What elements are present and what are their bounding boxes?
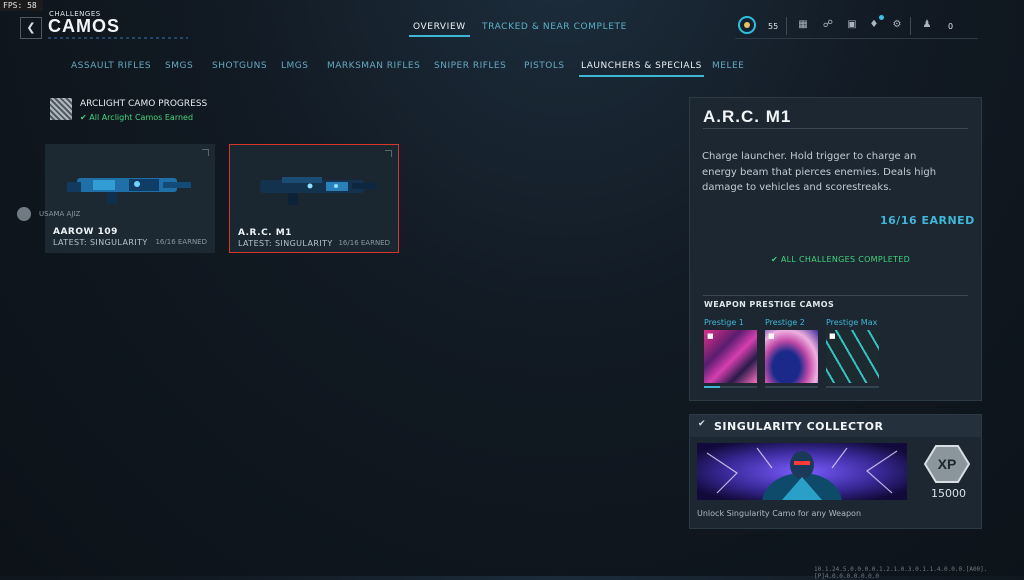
- category-pistols[interactable]: PISTOLS: [524, 61, 565, 71]
- prestige-2-camo[interactable]: ■: [765, 330, 818, 383]
- unlock-icon[interactable]: ☍: [822, 19, 834, 31]
- user-name: USAMA AJIZ: [39, 210, 81, 218]
- category-assault-rifles[interactable]: ASSAULT RIFLES: [71, 61, 151, 71]
- divider: [786, 17, 787, 35]
- check-icon: ✔: [771, 255, 779, 264]
- prestige-1-progress: [704, 386, 757, 388]
- notification-bell-icon[interactable]: ♦: [868, 19, 880, 31]
- tab-overview[interactable]: OVERVIEW: [409, 22, 470, 37]
- category-smgs[interactable]: SMGS: [165, 61, 193, 71]
- level-badge-icon[interactable]: [738, 16, 756, 34]
- prestige-1-label: Prestige 1: [704, 318, 744, 327]
- prestige-max-camo[interactable]: ■: [826, 330, 879, 383]
- weapon-latest-camo: LATEST: SINGULARITY: [238, 239, 333, 248]
- prestige-max-progress: [826, 386, 879, 388]
- corner-marker: [202, 149, 209, 156]
- fps-value: 58: [27, 1, 37, 10]
- lock-icon: ■: [768, 332, 775, 340]
- title-decoration: [48, 37, 188, 39]
- prestige-max-label: Prestige Max: [826, 318, 878, 327]
- category-marksman-rifles[interactable]: MARKSMAN RIFLES: [327, 61, 420, 71]
- prestige-2-label: Prestige 2: [765, 318, 805, 327]
- corner-marker: [385, 150, 392, 157]
- page-title: CAMOS: [48, 16, 120, 36]
- lock-icon: ■: [707, 332, 714, 340]
- notification-dot: [879, 15, 884, 20]
- weapon-card-arc-m1[interactable]: A.R.C. M1 LATEST: SINGULARITY 16/16 EARN…: [229, 144, 399, 253]
- weapon-camo-count: 16/16 EARNED: [155, 238, 207, 246]
- weapon-latest-camo: LATEST: SINGULARITY: [53, 238, 148, 247]
- party-count: 0: [948, 22, 954, 31]
- lock-icon: ■: [829, 332, 836, 340]
- store-icon[interactable]: ▣: [846, 19, 858, 31]
- detail-earned-count: 16/16 EARNED: [880, 214, 975, 227]
- back-button[interactable]: ❮: [20, 17, 42, 39]
- check-icon: ✔: [698, 419, 706, 429]
- build-info: 10.1.24.5.0.0.0.0.1.2.1.0.3.0.1.1.4.0.0.…: [814, 566, 988, 580]
- detail-weapon-title: A.R.C. M1: [703, 107, 792, 126]
- weapon-card-aarow-109[interactable]: AAROW 109 LATEST: SINGULARITY 16/16 EARN…: [45, 144, 215, 253]
- prestige-camos-heading: WEAPON PRESTIGE CAMOS: [704, 300, 835, 309]
- avatar[interactable]: [17, 207, 31, 221]
- challenges-complete-status: ✔ ALL CHALLENGES COMPLETED: [771, 255, 910, 264]
- gear-icon[interactable]: ⚙: [891, 19, 903, 31]
- arclight-camo-icon: [50, 98, 72, 120]
- xp-reward-icon: XP: [924, 445, 970, 483]
- category-melee[interactable]: MELEE: [712, 61, 744, 71]
- xp-label: XP: [938, 456, 957, 472]
- fps-label: FPS:: [3, 1, 23, 10]
- arc-m1-weapon-image: [260, 177, 376, 205]
- grid-menu-icon[interactable]: ▦: [797, 19, 809, 31]
- challenges-complete-text: ALL CHALLENGES COMPLETED: [780, 255, 911, 264]
- check-icon: ✔: [80, 113, 87, 122]
- chevron-left-icon: ❮: [26, 21, 36, 34]
- prestige-2-progress: [765, 386, 818, 388]
- prestige-1-camo[interactable]: ■: [704, 330, 757, 383]
- divider: [703, 128, 968, 129]
- arclight-progress-title: ARCLIGHT CAMO PROGRESS: [80, 99, 208, 109]
- weapon-camo-count: 16/16 EARNED: [338, 239, 390, 247]
- player-level: 55: [768, 22, 779, 31]
- divider: [703, 295, 968, 296]
- weapon-name: AAROW 109: [53, 227, 118, 237]
- xp-reward-value: 15000: [931, 487, 966, 500]
- category-shotguns[interactable]: SHOTGUNS: [212, 61, 267, 71]
- arclight-status-text: All Arclight Camos Earned: [89, 113, 194, 122]
- fps-counter: FPS: 58: [0, 0, 43, 11]
- weapon-name: A.R.C. M1: [238, 228, 292, 238]
- category-sniper-rifles[interactable]: SNIPER RIFLES: [434, 61, 506, 71]
- singularity-calling-card: [697, 443, 907, 500]
- party-icon[interactable]: ♟: [921, 19, 933, 31]
- category-launchers-specials[interactable]: LAUNCHERS & SPECIALS: [579, 61, 704, 77]
- collector-description: Unlock Singularity Camo for any Weapon: [697, 509, 862, 518]
- category-lmgs[interactable]: LMGS: [281, 61, 308, 71]
- tab-tracked-near-complete[interactable]: TRACKED & NEAR COMPLETE: [482, 22, 627, 32]
- collector-title: SINGULARITY COLLECTOR: [714, 420, 884, 433]
- divider: [910, 17, 911, 35]
- detail-description: Charge launcher. Hold trigger to charge …: [702, 151, 937, 193]
- header-underline: [735, 38, 978, 39]
- arclight-status: ✔ All Arclight Camos Earned: [80, 113, 193, 122]
- aarow-109-weapon-image: [67, 178, 191, 204]
